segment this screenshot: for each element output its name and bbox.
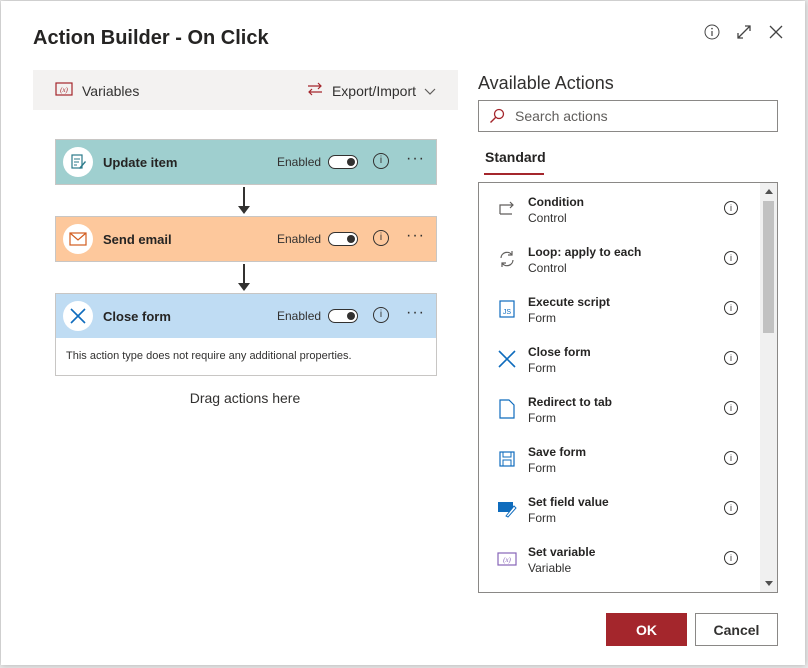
item-title: Set variable — [528, 545, 596, 559]
page-icon — [496, 398, 518, 420]
list-item-loop[interactable]: Loop: apply to each Control i — [479, 237, 759, 287]
search-icon — [489, 108, 505, 129]
item-category: Form — [528, 361, 556, 375]
script-icon: JS — [496, 298, 518, 320]
list-item-save-form[interactable]: Save form Form i — [479, 437, 759, 487]
info-icon[interactable]: i — [373, 307, 389, 323]
list-item-condition[interactable]: Condition Control i — [479, 187, 759, 237]
enabled-label: Enabled — [277, 309, 322, 323]
item-category: Form — [528, 311, 556, 325]
list-item-set-field-value[interactable]: Set field value Form i — [479, 487, 759, 537]
action-header: Update item Enabled i ··· — [56, 140, 436, 184]
svg-text:JS: JS — [503, 309, 512, 316]
action-card-close-form[interactable]: Close form Enabled i ··· This action typ… — [55, 293, 437, 376]
available-actions-list[interactable]: Condition Control i Loop: apply to each … — [478, 182, 778, 593]
action-card-send-email[interactable]: Send email Enabled i ··· — [55, 216, 437, 262]
loop-icon — [496, 248, 518, 270]
svg-text:(x): (x) — [503, 556, 511, 564]
variables-label: Variables — [82, 82, 140, 99]
variable-icon: (x) — [55, 82, 73, 99]
scrollbar[interactable] — [760, 183, 777, 592]
item-title: Execute script — [528, 295, 611, 309]
action-header: Close form Enabled i ··· — [56, 294, 436, 338]
enabled-toggle[interactable] — [328, 232, 358, 246]
scroll-down-icon[interactable] — [765, 581, 773, 586]
edit-item-icon — [63, 147, 93, 177]
list-item-execute-script[interactable]: JS Execute script Form i — [479, 287, 759, 337]
enabled-label: Enabled — [277, 155, 322, 169]
item-category: Form — [528, 461, 556, 475]
edit-field-icon — [496, 498, 518, 520]
toolbar: (x) Variables Export/Import — [33, 70, 458, 110]
item-title: Loop: apply to each — [528, 245, 642, 259]
item-title: Set field value — [528, 495, 609, 509]
item-category: Form — [528, 411, 556, 425]
action-body-text: This action type does not require any ad… — [56, 338, 436, 375]
list-item-close-form[interactable]: Close form Form i — [479, 337, 759, 387]
expand-icon[interactable] — [734, 22, 754, 42]
action-card-update-item[interactable]: Update item Enabled i ··· — [55, 139, 437, 185]
export-import-label: Export/Import — [331, 82, 416, 99]
enabled-toggle[interactable] — [328, 155, 358, 169]
variables-button[interactable]: (x) Variables — [55, 82, 139, 99]
action-title: Send email — [103, 231, 172, 247]
info-icon[interactable]: i — [724, 351, 738, 365]
enabled-toggle[interactable] — [328, 309, 358, 323]
action-builder-dialog: Action Builder - On Click (x) Variables … — [1, 1, 805, 665]
enabled-label: Enabled — [277, 232, 322, 246]
item-title: Save form — [528, 445, 587, 459]
more-options-icon[interactable]: ··· — [406, 304, 425, 322]
chevron-down-icon — [424, 83, 436, 99]
arrow-down-icon — [238, 264, 250, 291]
info-icon[interactable]: i — [724, 451, 738, 465]
item-category: Form — [528, 511, 556, 525]
search-placeholder: Search actions — [515, 108, 608, 124]
more-options-icon[interactable]: ··· — [406, 227, 425, 245]
tab-indicator — [484, 173, 544, 175]
item-category: Control — [528, 261, 567, 275]
more-options-icon[interactable]: ··· — [406, 150, 425, 168]
item-title: Close form — [528, 345, 591, 359]
list-item-redirect-to-tab[interactable]: Redirect to tab Form i — [479, 387, 759, 437]
close-icon[interactable] — [766, 22, 786, 42]
action-header: Send email Enabled i ··· — [56, 217, 436, 261]
info-icon[interactable]: i — [373, 153, 389, 169]
info-icon[interactable]: i — [724, 501, 738, 515]
scrollbar-thumb[interactable] — [763, 201, 774, 333]
variable-icon: (x) — [496, 548, 518, 570]
arrow-down-icon — [238, 187, 250, 214]
info-icon[interactable]: i — [724, 201, 738, 215]
item-category: Variable — [528, 561, 572, 575]
info-icon[interactable]: i — [724, 401, 738, 415]
action-title: Close form — [103, 308, 171, 324]
close-form-icon — [496, 348, 518, 370]
info-icon[interactable]: i — [724, 301, 738, 315]
cancel-button[interactable]: Cancel — [695, 613, 778, 646]
swap-arrows-icon — [306, 82, 324, 99]
item-category: Control — [528, 211, 567, 225]
action-title: Update item — [103, 154, 178, 170]
condition-icon — [496, 198, 518, 220]
info-icon[interactable]: i — [724, 551, 738, 565]
available-actions-title: Available Actions — [478, 73, 614, 93]
info-icon[interactable]: i — [373, 230, 389, 246]
tab-standard[interactable]: Standard — [485, 149, 546, 165]
item-title: Redirect to tab — [528, 395, 613, 409]
close-form-icon — [63, 301, 93, 331]
ok-button[interactable]: OK — [606, 613, 687, 646]
search-input[interactable]: Search actions — [478, 100, 778, 132]
mail-icon — [63, 224, 93, 254]
dialog-title: Action Builder - On Click — [33, 27, 269, 49]
info-icon[interactable]: i — [724, 251, 738, 265]
list-item-set-variable[interactable]: (x) Set variable Variable i — [479, 537, 759, 587]
info-icon[interactable] — [702, 22, 722, 42]
export-import-button[interactable]: Export/Import — [306, 82, 436, 99]
item-title: Condition — [528, 195, 584, 209]
scroll-up-icon[interactable] — [765, 189, 773, 194]
drop-zone-hint[interactable]: Drag actions here — [55, 390, 435, 406]
save-icon — [496, 448, 518, 470]
svg-text:(x): (x) — [60, 86, 68, 94]
